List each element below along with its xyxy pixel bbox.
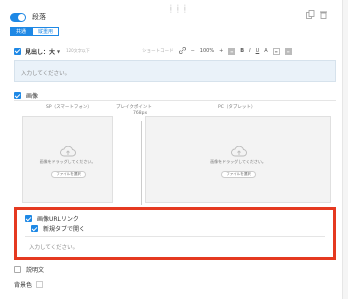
sp-label: SP（スマートフォン） <box>46 105 92 110</box>
tab-secondary[interactable]: 縦重用 <box>32 27 60 36</box>
background-row: 背景色 <box>14 280 44 289</box>
copy-icon[interactable] <box>306 10 315 19</box>
image-link-row: 画像URLリンク <box>25 214 79 223</box>
image-label: 画像 <box>26 93 39 100</box>
shortcode-label[interactable]: ショートコード <box>142 48 174 54</box>
align-right-icon[interactable]: ≡ <box>284 47 292 55</box>
align-icon[interactable]: ≡ <box>228 47 236 55</box>
pc-drop-text: 画像をドラッグしてください。 <box>210 159 266 164</box>
align-left-icon[interactable]: ≡ <box>272 47 280 55</box>
tab-bar: 共通 縦重用 <box>10 27 60 36</box>
italic-button[interactable]: I <box>249 48 250 54</box>
block-toggle[interactable] <box>10 12 26 22</box>
breakpoint-label: ブレイクポイント <box>116 105 152 110</box>
scrollbar[interactable] <box>342 0 348 299</box>
sp-image-dropzone[interactable]: 画像をドラッグしてください。 ファイルを選択 <box>22 116 113 203</box>
new-tab-checkbox[interactable] <box>31 225 38 232</box>
tab-common[interactable]: 共通 <box>10 27 33 36</box>
image-link-checkbox[interactable] <box>25 215 32 222</box>
image-upload-area: SP（スマートフォン） ブレイクポイント 768px PC（タブレット） 画像を… <box>14 100 336 205</box>
pc-image-dropzone[interactable]: 画像をドラッグしてください。 ファイルを選択 <box>145 116 331 203</box>
image-url-input[interactable]: 入力してください。 <box>25 236 325 253</box>
description-row: 説明文 <box>14 265 44 274</box>
heading-checkbox[interactable] <box>14 47 21 55</box>
trash-icon[interactable] <box>319 10 328 19</box>
new-tab-row: 新規タブで開く <box>31 224 85 233</box>
zoom-minus-button[interactable]: − <box>191 48 195 54</box>
block-editor-panel: ⋮⋮⋮ ⋮⋮⋮ 段落 共通 縦重用 見出し：大 ▼ 120文字以下 ショートコード… <box>0 0 348 299</box>
text-color-button[interactable]: A <box>264 48 267 54</box>
underline-button[interactable]: U <box>256 48 260 54</box>
breakpoint-divider[interactable] <box>141 121 142 205</box>
drag-handle-icon[interactable]: ⋮⋮⋮ ⋮⋮⋮ <box>168 5 188 14</box>
block-title: 段落 <box>32 13 46 21</box>
header-actions <box>306 10 328 19</box>
cloud-upload-icon <box>231 142 247 157</box>
body-text-input[interactable]: 入力してください。 <box>14 60 336 82</box>
new-tab-label: 新規タブで開く <box>43 226 86 233</box>
heading-input[interactable]: 120文字以下 <box>64 47 122 55</box>
image-link-highlight: 画像URLリンク 新規タブで開く 入力してください。 <box>14 207 336 260</box>
heading-level-select[interactable]: 見出し：大 <box>25 47 55 56</box>
chevron-down-icon: ▼ <box>57 48 61 54</box>
cloud-upload-icon <box>60 142 76 157</box>
zoom-value: 100% <box>199 48 215 54</box>
heading-row: 見出し：大 ▼ 120文字以下 ショートコード − 100% + ≡ B I U… <box>14 46 336 56</box>
sp-drop-text: 画像をドラッグしてください。 <box>39 159 96 164</box>
image-row: 画像 <box>14 91 38 100</box>
pc-file-button[interactable]: ファイルを選択 <box>221 171 256 178</box>
bold-button[interactable]: B <box>240 48 244 54</box>
block-header: 段落 <box>10 10 46 24</box>
background-color-picker[interactable] <box>36 281 44 288</box>
sp-file-button[interactable]: ファイルを選択 <box>51 171 86 178</box>
zoom-plus-button[interactable]: + <box>219 48 223 54</box>
background-label: 背景色 <box>14 282 33 289</box>
description-checkbox[interactable] <box>14 266 21 273</box>
image-link-label: 画像URLリンク <box>37 216 79 223</box>
pc-label: PC（タブレット） <box>218 105 256 110</box>
image-checkbox[interactable] <box>14 92 21 99</box>
link-icon[interactable] <box>178 46 186 56</box>
description-label: 説明文 <box>26 267 45 274</box>
